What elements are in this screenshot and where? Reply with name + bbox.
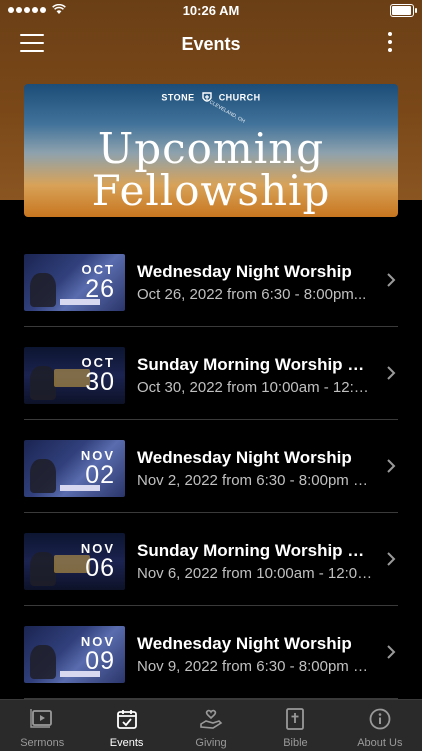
event-title: Sunday Morning Worship Ex... bbox=[137, 541, 373, 560]
event-title: Wednesday Night Worship bbox=[137, 262, 352, 281]
status-time: 10:26 AM bbox=[182, 3, 240, 18]
chevron-right-icon bbox=[387, 273, 396, 287]
thumbnail-day: 09 bbox=[85, 647, 115, 675]
tab-label: About Us bbox=[357, 737, 403, 749]
event-row[interactable]: NOV 02 Wednesday Night Worship Nov 2, 20… bbox=[0, 420, 422, 513]
events-list: OCT 26 Wednesday Night Worship Oct 26, 2… bbox=[0, 234, 422, 699]
tab-label: Events bbox=[109, 737, 144, 749]
giving-hand-icon bbox=[200, 709, 223, 729]
chevron-right-icon bbox=[387, 459, 396, 473]
event-datetime: Nov 6, 2022 from 10:00am - 12:00... bbox=[137, 565, 373, 582]
event-datetime: Oct 26, 2022 from 6:30 - 8:00pm... bbox=[137, 286, 367, 303]
chevron-right-icon bbox=[387, 552, 396, 566]
event-row[interactable]: NOV 09 Wednesday Night Worship Nov 9, 20… bbox=[0, 606, 422, 699]
event-row[interactable]: OCT 26 Wednesday Night Worship Oct 26, 2… bbox=[0, 234, 422, 327]
tab-label: Sermons bbox=[20, 737, 65, 749]
sermons-icon bbox=[30, 709, 53, 728]
tab-giving[interactable]: Giving bbox=[169, 700, 253, 751]
banner-heading-line2: Fellowship bbox=[91, 166, 331, 215]
event-thumbnail: OCT 26 bbox=[24, 254, 125, 311]
tab-bible[interactable]: Bible bbox=[253, 700, 337, 751]
event-thumbnail: NOV 06 bbox=[24, 533, 125, 590]
event-thumbnail: OCT 30 bbox=[24, 347, 125, 404]
page-title: Events bbox=[181, 34, 241, 54]
event-datetime: Nov 2, 2022 from 6:30 - 8:00pm E... bbox=[137, 472, 373, 489]
bible-icon bbox=[286, 708, 305, 730]
thumbnail-day: 26 bbox=[85, 275, 115, 303]
chevron-right-icon bbox=[387, 645, 396, 659]
thumbnail-day: 30 bbox=[85, 368, 115, 396]
event-title: Wednesday Night Worship bbox=[137, 448, 352, 467]
event-thumbnail: NOV 02 bbox=[24, 440, 125, 497]
tab-bar: Sermons Events Giving Bible About Us bbox=[0, 699, 422, 751]
thumbnail-day: 02 bbox=[85, 461, 115, 489]
event-thumbnail: NOV 09 bbox=[24, 626, 125, 683]
calendar-check-icon bbox=[116, 710, 137, 729]
event-row[interactable]: NOV 06 Sunday Morning Worship Ex... Nov … bbox=[0, 513, 422, 606]
tab-sermons[interactable]: Sermons bbox=[0, 700, 84, 751]
tab-label: Giving bbox=[195, 737, 227, 749]
chevron-right-icon bbox=[387, 366, 396, 380]
thumbnail-day: 06 bbox=[85, 554, 115, 582]
tab-about-us[interactable]: About Us bbox=[338, 700, 422, 751]
event-datetime: Oct 30, 2022 from 10:00am - 12:00... bbox=[137, 379, 373, 396]
event-title: Wednesday Night Worship bbox=[137, 634, 352, 653]
tab-events[interactable]: Events bbox=[84, 700, 168, 751]
more-options-icon[interactable] bbox=[386, 32, 394, 56]
status-bar: 10:26 AM bbox=[0, 0, 422, 22]
event-row[interactable]: OCT 30 Sunday Morning Worship Ex... Oct … bbox=[0, 327, 422, 420]
events-banner: STONE CHURCH CLEVELAND, OH Upcoming Fell… bbox=[24, 84, 398, 217]
event-datetime: Nov 9, 2022 from 6:30 - 8:00pm E... bbox=[137, 658, 373, 675]
info-icon bbox=[369, 708, 391, 730]
nav-bar: Events bbox=[0, 22, 422, 66]
battery-icon bbox=[390, 4, 417, 17]
tab-label: Bible bbox=[283, 737, 308, 749]
event-title: Sunday Morning Worship Ex... bbox=[137, 355, 373, 374]
